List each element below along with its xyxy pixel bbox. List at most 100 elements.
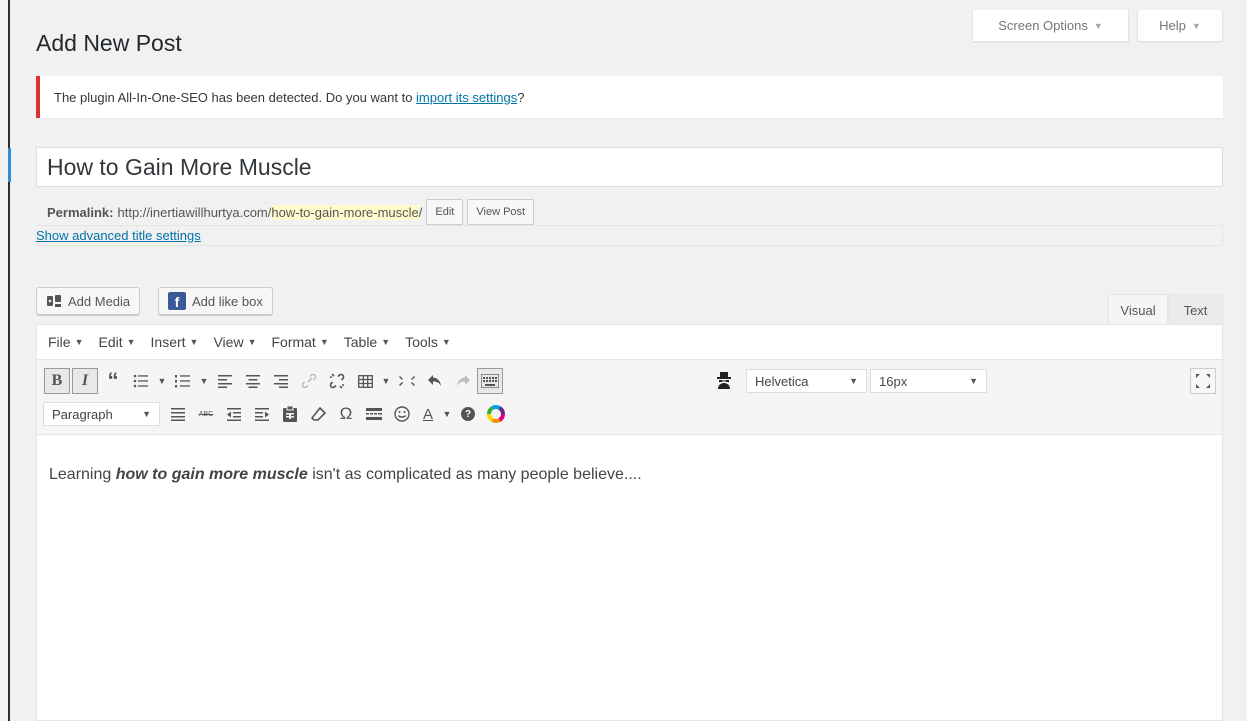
menu-file[interactable]: File ▼ <box>48 334 83 350</box>
caret-down-icon: ▼ <box>126 337 136 347</box>
add-like-box-button[interactable]: f Add like box <box>158 287 273 315</box>
keyboard-shortcuts-button[interactable]: ? <box>454 400 482 428</box>
permalink-label: Permalink: <box>47 204 114 220</box>
color-wheel-icon <box>487 405 505 423</box>
insert-link-button[interactable] <box>295 367 323 395</box>
bold-button[interactable]: B <box>44 368 70 394</box>
read-more-icon <box>366 408 382 420</box>
bullet-list-button[interactable] <box>127 367 155 395</box>
permalink-trailing: / <box>418 204 423 220</box>
align-justify-button[interactable] <box>164 400 192 428</box>
advanced-title-bar <box>36 225 1223 246</box>
indent-icon <box>255 407 269 421</box>
menu-label: File <box>48 334 71 350</box>
special-character-button[interactable]: Ω <box>332 400 360 428</box>
plugin-notice: The plugin All-In-One-SEO has been detec… <box>36 76 1223 118</box>
menu-label: Tools <box>405 334 438 350</box>
bold-icon: B <box>51 372 63 389</box>
clear-formatting-button[interactable] <box>304 400 332 428</box>
permalink-slug[interactable]: how-to-gain-more-muscle <box>271 204 419 220</box>
read-more-button[interactable] <box>360 400 388 428</box>
block-format-select[interactable]: Paragraph ▼ <box>43 402 160 426</box>
tab-visual[interactable]: Visual <box>1108 294 1168 325</box>
table-icon <box>357 374 373 388</box>
caret-down-icon: ▼ <box>319 337 329 347</box>
notice-text: The plugin All-In-One-SEO has been detec… <box>54 90 524 105</box>
menu-view[interactable]: View ▼ <box>213 334 256 350</box>
content-text-before: Learning <box>49 466 116 483</box>
menu-insert[interactable]: Insert ▼ <box>151 334 199 350</box>
tab-text[interactable]: Text <box>1168 294 1223 325</box>
fullscreen-icon <box>1196 374 1210 388</box>
facebook-icon: f <box>168 292 186 310</box>
table-dropdown[interactable]: ▼ <box>379 367 393 395</box>
font-family-select[interactable]: Helvetica ▼ <box>746 369 867 393</box>
align-left-button[interactable] <box>211 367 239 395</box>
align-center-button[interactable] <box>239 367 267 395</box>
menu-edit[interactable]: Edit ▼ <box>98 334 135 350</box>
add-media-button[interactable]: Add Media <box>36 287 141 315</box>
menu-tools[interactable]: Tools ▼ <box>405 334 451 350</box>
emoji-button[interactable] <box>388 400 416 428</box>
caret-down-icon: ▼ <box>247 337 257 347</box>
editor-menubar: File ▼ Edit ▼ Insert ▼ View ▼ Format ▼ Table ▼… <box>37 325 1222 360</box>
show-advanced-title-settings-link[interactable]: Show advanced title settings <box>36 228 201 243</box>
font-size-value: 16px <box>879 373 908 389</box>
align-right-button[interactable] <box>267 367 295 395</box>
font-size-select[interactable]: 16px ▼ <box>870 369 987 393</box>
post-title-input[interactable]: How to Gain More Muscle <box>36 147 1223 187</box>
caret-down-icon: ▼ <box>441 337 451 347</box>
paste-as-text-button[interactable] <box>276 400 304 428</box>
color-wheel-plugin-button[interactable] <box>482 400 510 428</box>
caret-down-icon: ▼ <box>189 337 199 347</box>
caret-down-icon: ▼ <box>74 337 84 347</box>
permalink-row: Permalink: http://inertiawillhurtya.com/… <box>47 199 535 225</box>
align-justify-icon <box>171 407 185 421</box>
caret-down-icon: ▼ <box>969 376 978 386</box>
redo-button[interactable] <box>449 367 477 395</box>
text-color-icon: A <box>422 405 433 423</box>
redo-icon <box>457 375 470 386</box>
view-post-button[interactable]: View Post <box>467 199 535 225</box>
add-media-label: Add Media <box>68 293 131 309</box>
toolbar-toggle-button[interactable] <box>477 368 503 394</box>
insert-table-button[interactable] <box>351 367 379 395</box>
keyboard-icon <box>481 374 499 388</box>
blockquote-button[interactable]: “ <box>99 367 127 395</box>
expand-icon <box>399 376 415 386</box>
screen-options-button[interactable]: Screen Options ▼ <box>972 10 1129 42</box>
eraser-icon <box>310 406 326 421</box>
text-color-dropdown[interactable]: ▼ <box>440 400 454 428</box>
outdent-button[interactable] <box>220 400 248 428</box>
link-icon <box>301 373 317 389</box>
menu-table[interactable]: Table ▼ <box>344 334 390 350</box>
edit-permalink-button[interactable]: Edit <box>426 199 464 225</box>
smiley-icon <box>394 406 410 422</box>
admin-menu-active-indicator <box>8 148 11 182</box>
text-color-button[interactable]: A <box>416 400 440 428</box>
italic-button[interactable]: I <box>72 368 98 394</box>
caret-down-icon: ▼ <box>142 409 151 419</box>
remove-link-button[interactable] <box>323 367 351 395</box>
spy-icon[interactable] <box>710 366 738 394</box>
import-settings-link[interactable]: import its settings <box>416 90 517 105</box>
outdent-icon <box>227 407 241 421</box>
bullet-list-dropdown[interactable]: ▼ <box>155 367 169 395</box>
align-center-icon <box>246 374 260 388</box>
numbered-list-button[interactable] <box>169 367 197 395</box>
numbered-list-dropdown[interactable]: ▼ <box>197 367 211 395</box>
media-icon <box>46 293 62 309</box>
italic-icon: I <box>81 372 89 389</box>
menu-format[interactable]: Format ▼ <box>271 334 328 350</box>
distraction-free-button[interactable] <box>393 367 421 395</box>
strikethrough-button[interactable]: ABC <box>192 400 220 428</box>
help-button[interactable]: Help ▼ <box>1137 10 1223 42</box>
numbered-list-icon <box>175 375 190 388</box>
strikethrough-icon: ABC <box>198 410 214 418</box>
editor-content[interactable]: Learning how to gain more muscle isn't a… <box>49 466 642 484</box>
fullscreen-button[interactable] <box>1190 368 1216 394</box>
indent-button[interactable] <box>248 400 276 428</box>
undo-button[interactable] <box>421 367 449 395</box>
undo-icon <box>428 375 441 386</box>
caret-down-icon: ▼ <box>1093 20 1103 31</box>
